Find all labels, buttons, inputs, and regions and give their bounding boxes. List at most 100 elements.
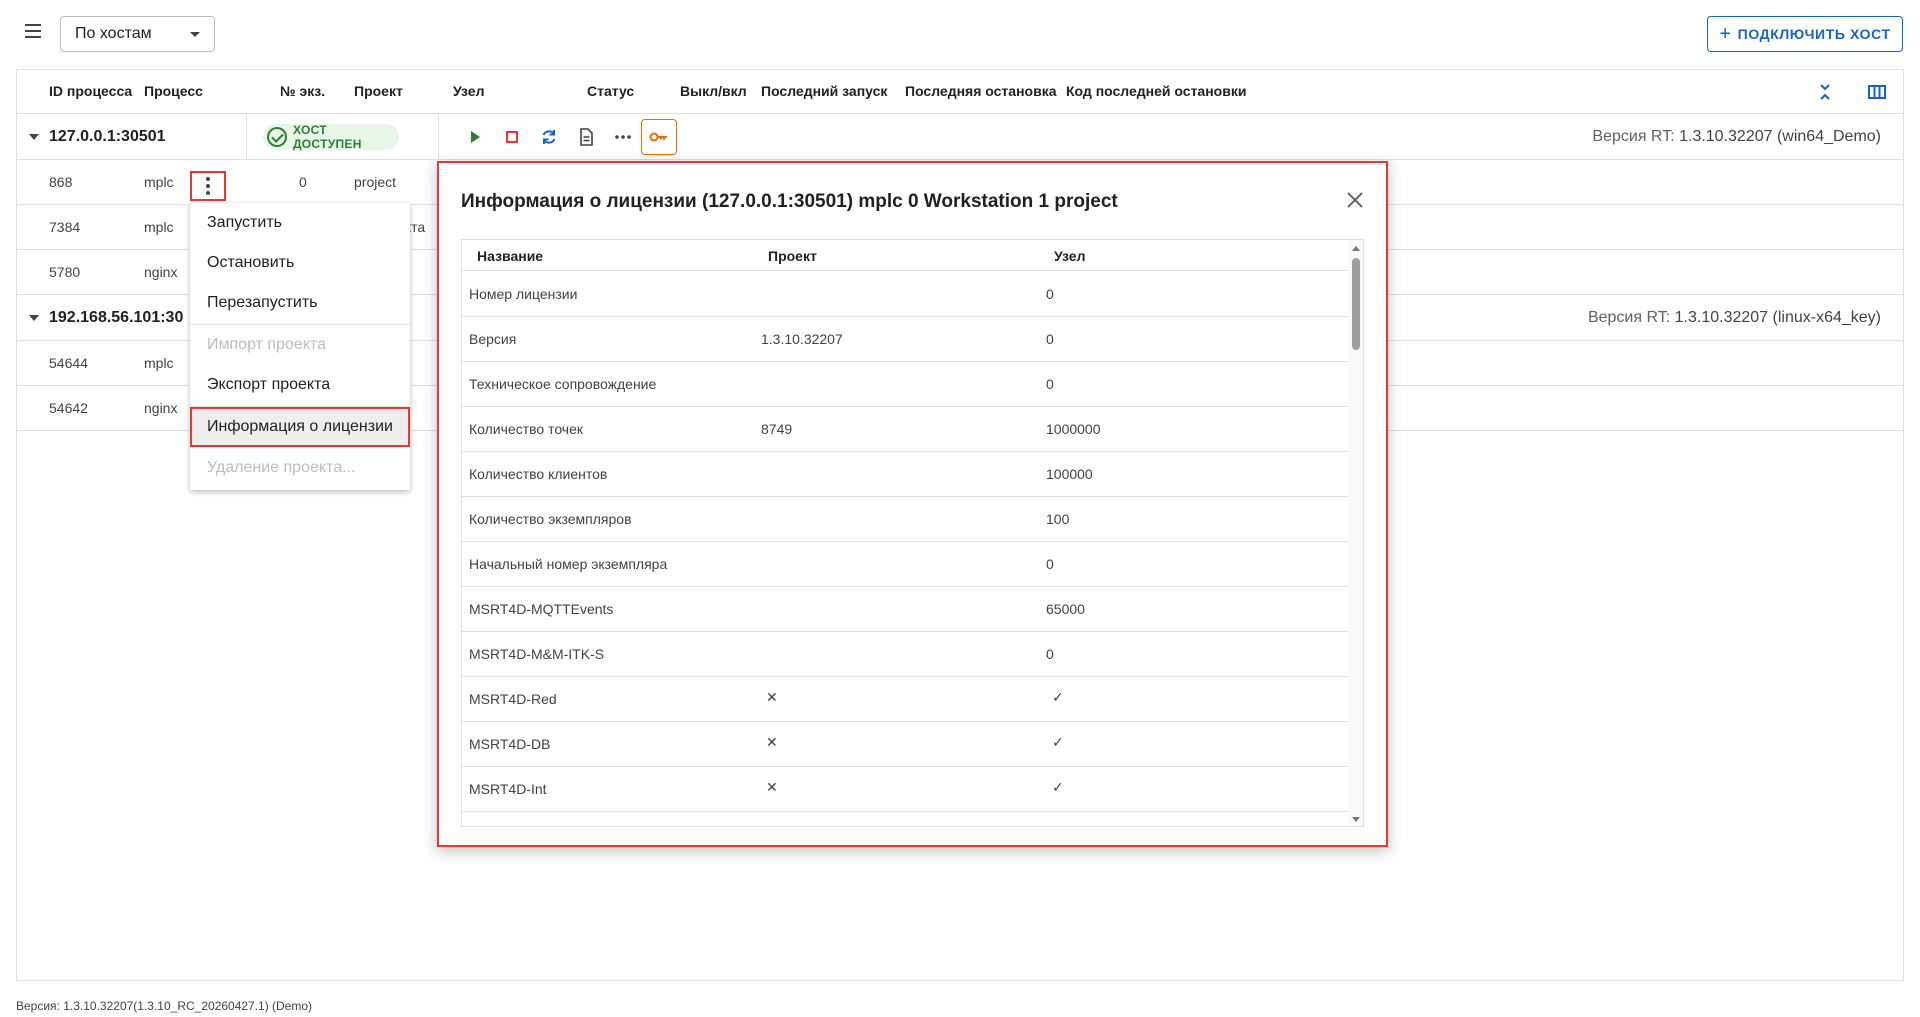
table-row: MSRT4D-Red ✕ ✓ — [462, 677, 1349, 722]
scroll-up-icon[interactable] — [1352, 246, 1360, 251]
host-address: 192.168.56.101:30 — [49, 309, 184, 326]
restart-icon[interactable] — [539, 127, 559, 147]
menu-item-start[interactable]: Запустить — [190, 203, 410, 243]
table-row: Количество экземпляров 100 — [462, 497, 1349, 542]
license-node-value: 65000 — [1046, 601, 1085, 617]
menu-item-restart[interactable]: Перезапустить — [190, 283, 410, 323]
license-name: MSRT4D-MQTTEvents — [469, 601, 614, 617]
scrollbar[interactable] — [1348, 240, 1363, 826]
col-node: Узел — [1054, 248, 1086, 264]
license-name: Количество клиентов — [469, 466, 608, 482]
license-name: MSRT4D-DB — [469, 736, 551, 752]
table-row: Техническое сопровождение 0 — [462, 362, 1349, 407]
table-row: Начальный номер экземпляра 0 — [462, 542, 1349, 587]
license-node-value: 0 — [1046, 376, 1054, 392]
check-circle-icon — [267, 127, 287, 147]
expand-icon[interactable] — [29, 134, 39, 140]
license-name: Версия — [469, 331, 517, 347]
license-name: Количество точек — [469, 421, 584, 437]
license-node-value: 0 — [1046, 286, 1054, 302]
table-header: ID процесса Процесс № экз. Проект Узел С… — [17, 70, 1903, 114]
table-row: MSRT4D-DB ✕ ✓ — [462, 722, 1349, 767]
close-icon[interactable] — [1346, 191, 1364, 209]
app-version: Версия: 1.3.10.32207(1.3.10_RC_20260427.… — [16, 999, 313, 1013]
scrollbar-thumb[interactable] — [1352, 258, 1360, 350]
license-name: Количество экземпляров — [469, 511, 632, 527]
license-node-value: 0 — [1046, 556, 1054, 572]
table-row: Количество клиентов 100000 — [462, 452, 1349, 497]
more-horizontal-icon[interactable] — [613, 127, 633, 147]
license-project-value: ✕ — [766, 824, 778, 826]
license-node-value: 100000 — [1046, 466, 1093, 482]
license-key-button[interactable] — [641, 119, 677, 155]
key-icon — [649, 132, 667, 142]
license-table-header: Название Проект Узел — [462, 240, 1349, 271]
table-row: Количество точек 8749 1000000 — [462, 407, 1349, 452]
chevron-down-icon — [190, 32, 200, 37]
group-by-select[interactable]: По хостам — [60, 16, 215, 52]
group-by-value: По хостам — [75, 25, 152, 42]
license-node-value: 1000000 — [1046, 421, 1101, 437]
col-last-stop-code[interactable]: Код последней остановки — [1066, 83, 1246, 99]
row-menu-button[interactable] — [190, 171, 226, 201]
stop-icon[interactable] — [502, 127, 522, 147]
license-project-value: ✕ — [766, 779, 778, 795]
col-project[interactable]: Проект — [354, 83, 403, 99]
table-row: MSRT4D-M&M-ITK-S 0 — [462, 632, 1349, 677]
scroll-down-icon[interactable] — [1352, 817, 1360, 822]
connect-host-button[interactable]: + ПОДКЛЮЧИТЬ ХОСТ — [1707, 16, 1903, 52]
col-project: Проект — [768, 248, 817, 264]
license-project-value: ✕ — [766, 689, 778, 705]
license-node-value: 100 — [1046, 511, 1070, 527]
license-name: MSRT4D-Red — [469, 691, 557, 707]
play-icon[interactable] — [465, 127, 485, 147]
license-name: MSRT4D-C# — [469, 826, 549, 827]
col-last-start[interactable]: Последний запуск — [761, 83, 887, 99]
menu-item-license-info[interactable]: Информация о лицензии — [190, 407, 410, 447]
col-process-id[interactable]: ID процесса — [49, 83, 132, 99]
menu-icon[interactable] — [22, 24, 44, 42]
license-table: Название Проект Узел Номер лицензии 0 Верс… — [461, 239, 1364, 827]
connect-host-label: ПОДКЛЮЧИТЬ ХОСТ — [1737, 26, 1891, 42]
menu-item-import-project: Импорт проекта — [207, 336, 326, 353]
col-toggle[interactable]: Выкл/вкл — [680, 83, 747, 99]
license-name: Начальный номер экземпляра — [469, 556, 668, 572]
table-row: Версия 1.3.10.32207 0 — [462, 317, 1349, 362]
col-node[interactable]: Узел — [453, 83, 484, 99]
license-name: Номер лицензии — [469, 286, 578, 302]
menu-item-stop[interactable]: Остановить — [190, 243, 410, 283]
license-node-value: 0 — [1046, 331, 1054, 347]
expand-icon[interactable] — [29, 315, 39, 321]
top-bar: По хостам + ПОДКЛЮЧИТЬ ХОСТ — [0, 0, 1920, 68]
rt-version: Версия RT: 1.3.10.32207 (linux-x64_key) — [1587, 309, 1881, 326]
status-badge: ХОСТ ДОСТУПЕН — [263, 123, 399, 151]
col-last-stop[interactable]: Последняя остановка — [905, 83, 1056, 99]
log-file-icon[interactable] — [576, 127, 596, 147]
columns-icon[interactable] — [1867, 82, 1887, 102]
table-row: MSRT4D-MQTTEvents 65000 — [462, 587, 1349, 632]
license-name: MSRT4D-M&M-ITK-S — [469, 646, 605, 662]
col-instance[interactable]: № экз. — [280, 83, 325, 99]
table-row: MSRT4D-Int ✕ ✓ — [462, 767, 1349, 812]
rt-version: Версия RT: 1.3.10.32207 (win64_Demo) — [1592, 128, 1881, 145]
license-project-value: 1.3.10.32207 — [761, 331, 843, 347]
license-name: MSRT4D-Int — [469, 781, 547, 797]
more-vertical-icon — [206, 177, 210, 181]
col-name: Название — [477, 248, 544, 264]
license-node-value: ✓ — [1052, 824, 1064, 826]
license-project-value: 8749 — [761, 421, 793, 437]
host-row[interactable]: 127.0.0.1:30501 ХОСТ ДОСТУПЕН Версия RT:… — [17, 114, 1903, 160]
col-process[interactable]: Процесс — [144, 83, 203, 99]
license-project-value: ✕ — [766, 734, 778, 750]
col-status[interactable]: Статус — [587, 83, 634, 99]
collapse-all-icon[interactable] — [1815, 82, 1835, 102]
license-node-value: ✓ — [1052, 689, 1064, 705]
plus-icon: + — [1719, 23, 1732, 45]
divider — [438, 114, 439, 160]
table-row: MSRT4D-C# ✕ ✓ — [462, 812, 1349, 827]
menu-item-export-project[interactable]: Экспорт проекта — [190, 365, 410, 405]
license-node-value: 0 — [1046, 646, 1054, 662]
host-address: 127.0.0.1:30501 — [49, 128, 166, 145]
license-name: Техническое сопровождение — [469, 376, 657, 392]
divider — [246, 114, 247, 160]
